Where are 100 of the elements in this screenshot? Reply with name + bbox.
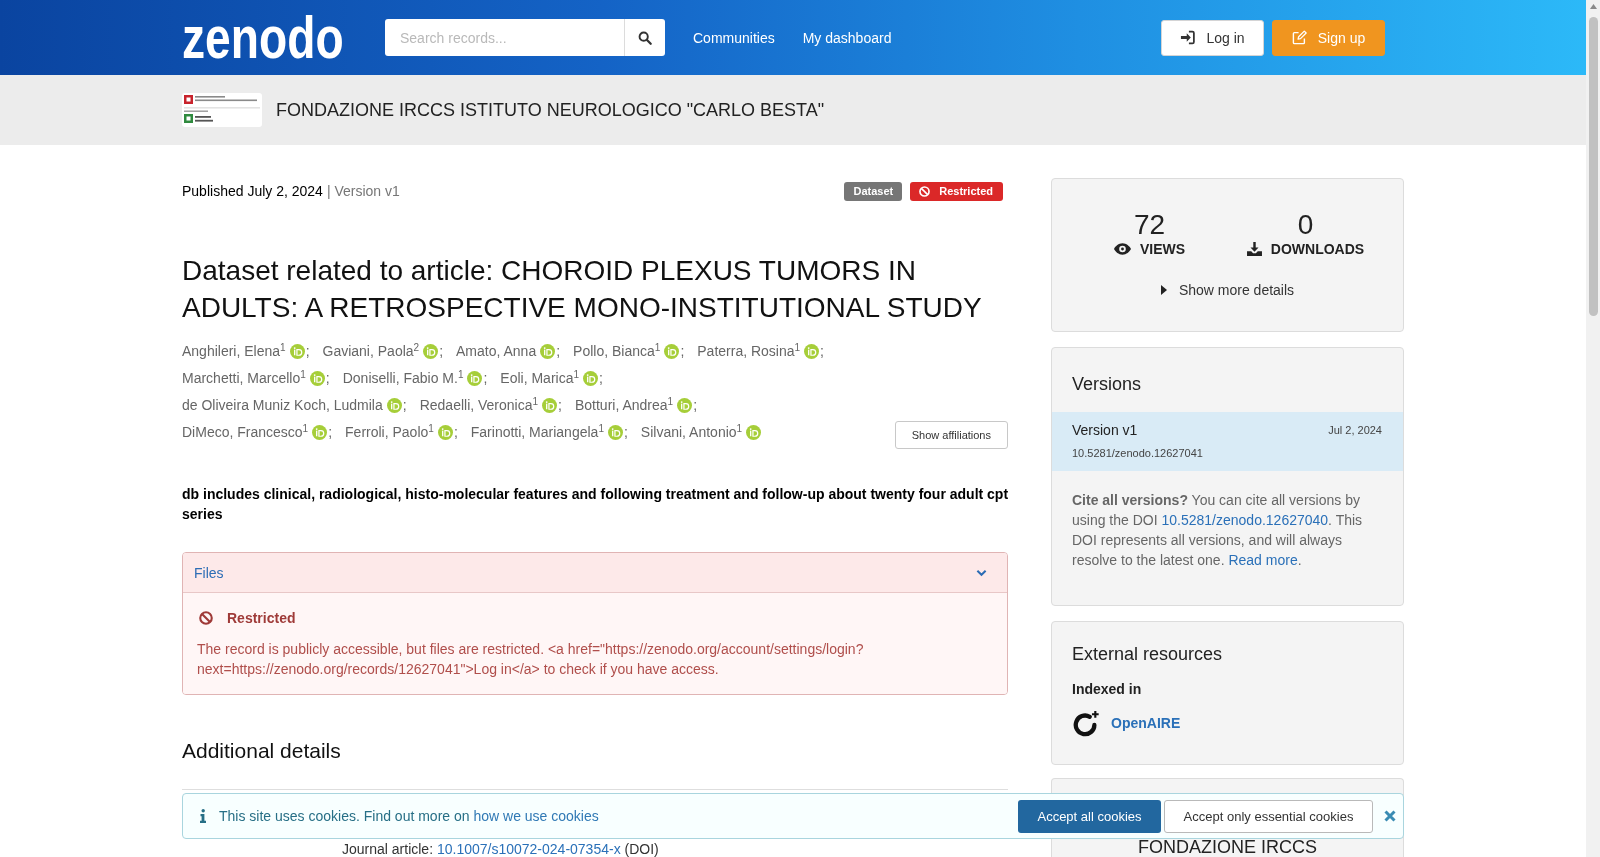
scrollbar-thumb[interactable] xyxy=(1588,17,1598,316)
author-name[interactable]: Pollo, Bianca xyxy=(573,343,655,359)
scrollbar[interactable] xyxy=(1586,0,1600,857)
nav-link[interactable]: Communities xyxy=(693,29,775,46)
separator: ; xyxy=(623,424,628,440)
version-item[interactable]: Version v1 Jul 2, 2024 10.5281/zenodo.12627041 xyxy=(1052,411,1403,471)
author-name[interactable]: DiMeco, Francesco xyxy=(182,424,303,440)
id-icon[interactable] xyxy=(804,343,820,359)
author-name[interactable]: de Oliveira Muniz Koch, Ludmila xyxy=(182,397,383,413)
doi-link[interactable]: 10.1007/s10072-024-07354-x xyxy=(436,841,621,857)
separator: ; xyxy=(402,397,407,413)
community-title[interactable]: FONDAZIONE IRCCS ISTITUTO NEUROLOGICO "CARLO BESTA" xyxy=(276,99,825,121)
separator: ; xyxy=(680,343,685,359)
search-button[interactable] xyxy=(624,19,665,56)
stat-label: VIEWS xyxy=(1139,240,1186,258)
id-icon[interactable] xyxy=(746,424,762,440)
accept-all-button[interactable]: Accept all cookies xyxy=(1018,799,1161,833)
search-icon xyxy=(638,30,652,45)
author-name[interactable]: Redaelli, Veronica xyxy=(419,397,533,413)
author-name[interactable]: Amato, Anna xyxy=(456,343,537,359)
stat-count: 0 xyxy=(1297,210,1314,240)
id-icon[interactable] xyxy=(607,424,623,440)
ring-icon xyxy=(1072,709,1100,737)
id-icon[interactable] xyxy=(309,370,325,386)
author-name[interactable]: Farinotti, Mariangela xyxy=(470,424,599,440)
cite-text: Cite all versions? You can cite all versions by using the DOI 10.5281/zenodo.12627040. This DOI represents all versions, and will always resolve to the latest one. Read more. xyxy=(1071,490,1364,570)
published-date: Published July 2, 2024 xyxy=(182,182,323,201)
cookie-notice: This site uses cookies. Find out more on how we use cookies xyxy=(219,808,599,824)
record-title: Dataset related to article: CHOROID PLEXUS TUMORS IN ADULTS: A RETROSPECTIVE MONO-INSTITUTIONAL STUDY xyxy=(182,254,983,325)
id-icon[interactable] xyxy=(386,397,402,413)
close-icon[interactable] xyxy=(1384,810,1396,822)
separator: ; xyxy=(820,343,824,359)
affiliation-number: 1 xyxy=(667,396,674,407)
separator: ; xyxy=(439,343,444,359)
id-icon[interactable] xyxy=(289,343,305,359)
stat-count: 72 xyxy=(1133,210,1166,240)
id-icon[interactable] xyxy=(540,343,556,359)
separator: ; xyxy=(558,397,562,413)
separator: ; xyxy=(325,370,330,386)
author-name[interactable]: Silvani, Antonio xyxy=(640,424,737,440)
version-label: | Version v1 xyxy=(326,182,400,201)
scroll-up-icon xyxy=(1589,4,1597,9)
edit-icon xyxy=(1291,30,1307,45)
affiliation-number: 1 xyxy=(598,423,604,434)
id-icon[interactable] xyxy=(312,424,328,440)
id-icon[interactable] xyxy=(467,370,483,386)
indexed-in-label: Indexed in xyxy=(1072,679,1143,699)
resource-type-badge: Dataset xyxy=(844,181,903,201)
author-name[interactable]: Marchetti, Marcello xyxy=(182,370,301,386)
author-name[interactable]: Botturi, Andrea xyxy=(574,397,668,413)
id-icon[interactable] xyxy=(664,343,680,359)
separator: ; xyxy=(305,343,310,359)
author-name[interactable]: Doniselli, Fabio M. xyxy=(342,370,458,386)
affiliation-number: 2 xyxy=(413,342,420,353)
affiliation-number: 1 xyxy=(280,342,286,353)
show-affiliations-button[interactable]: Show affiliations xyxy=(894,421,1008,449)
access-badge: Restricted xyxy=(910,181,1003,201)
doi-link[interactable]: 10.5281/zenodo.12627040 xyxy=(1161,511,1329,528)
separator: ; xyxy=(556,343,561,359)
login-button[interactable]: Log in xyxy=(1161,19,1264,56)
nav-link[interactable]: My dashboard xyxy=(802,29,892,46)
author-name[interactable]: Anghileri, Elena xyxy=(182,343,281,359)
id-icon[interactable] xyxy=(437,424,453,440)
info-icon xyxy=(200,809,206,823)
eye-icon xyxy=(1113,243,1131,255)
version-name: Version v1 xyxy=(1072,421,1138,440)
description-text: db includes clinical, radiological, histo-molecular features and following treatment and follow-up about twenty four adult cpt series xyxy=(182,485,1010,524)
versions-title: Versions xyxy=(1071,373,1143,396)
accept-essential-button[interactable]: Accept only essential cookies xyxy=(1164,799,1373,833)
download-icon xyxy=(1246,242,1262,256)
affiliation-number: 1 xyxy=(736,423,743,434)
restricted-message: The record is publicly accessible, but files are restricted. <a href="https://zenodo.org/account/settings/login?next=https://zenodo.org/records/12627041">Log in</a> to check if you have access. xyxy=(197,640,865,679)
ban-icon xyxy=(199,610,213,625)
affiliation-number: 1 xyxy=(457,369,464,380)
id-icon[interactable] xyxy=(583,370,599,386)
version-date: Jul 2, 2024 xyxy=(1328,423,1382,438)
search-field[interactable]: Search records... xyxy=(385,19,624,56)
details-toggle[interactable]: Show more details xyxy=(1160,280,1295,300)
stat-label: DOWNLOADS xyxy=(1270,240,1365,258)
author-name[interactable]: Paterra, Rosina xyxy=(697,343,795,359)
separator: ; xyxy=(453,424,458,440)
affiliation-number: 1 xyxy=(300,369,306,380)
files-toggle[interactable]: Files xyxy=(183,553,1007,593)
affiliation-number: 1 xyxy=(794,342,801,353)
separator: ; xyxy=(483,370,488,386)
resource-link[interactable]: OpenAIRE xyxy=(1111,715,1181,731)
site-logo[interactable]: zenodo xyxy=(182,7,344,68)
affiliation-number: 1 xyxy=(573,369,580,380)
author-name[interactable]: Gaviani, Paola xyxy=(322,343,414,359)
restricted-heading: Restricted xyxy=(227,608,296,628)
ban-icon xyxy=(919,185,931,197)
author-name[interactable]: Ferroli, Paolo xyxy=(345,424,429,440)
cookie-policy-link[interactable]: how we use cookies xyxy=(473,808,599,824)
affiliation-number: 1 xyxy=(302,423,309,434)
id-icon[interactable] xyxy=(677,397,693,413)
affiliation-number: 1 xyxy=(428,423,434,434)
read-more-link[interactable]: Read more xyxy=(1228,551,1298,568)
id-icon[interactable] xyxy=(423,343,439,359)
author-name[interactable]: Eoli, Marica xyxy=(500,370,574,386)
id-icon[interactable] xyxy=(542,397,558,413)
